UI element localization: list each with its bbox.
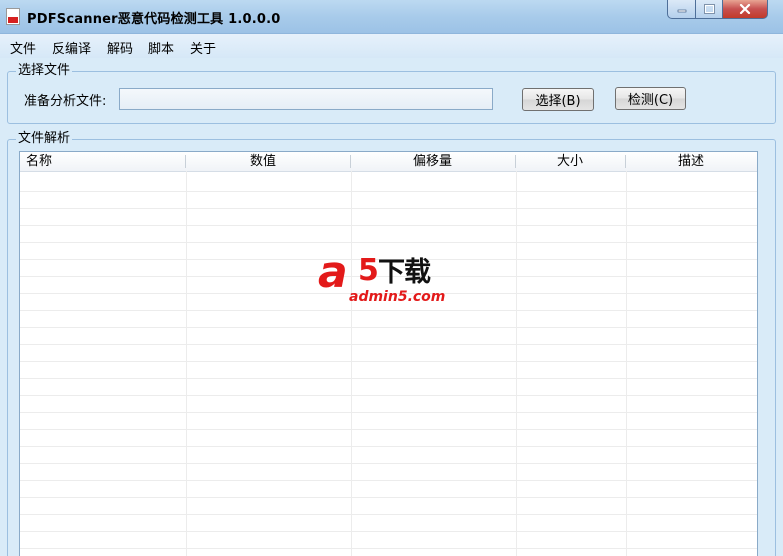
file-path-input[interactable] <box>119 88 493 110</box>
column-divider[interactable] <box>625 155 626 168</box>
file-path-label: 准备分析文件: <box>24 94 107 109</box>
grid-row-line <box>20 191 757 192</box>
grid-row-line <box>20 531 757 532</box>
grid-row-line <box>20 344 757 345</box>
admin5-watermark-logo: a 5 下载 admin5.com <box>318 251 468 311</box>
grid-column-line <box>516 171 517 556</box>
minimize-icon <box>677 9 686 13</box>
watermark-logo-5: 5 <box>358 253 379 288</box>
column-header-offset[interactable]: 偏移量 <box>413 154 452 170</box>
minimize-button[interactable] <box>667 0 696 19</box>
grid-row-line <box>20 514 757 515</box>
watermark-url: admin5.com <box>349 289 446 305</box>
grid-row-line <box>20 395 757 396</box>
watermark-logo-text: 下载 <box>378 257 431 288</box>
menu-file[interactable]: 文件 <box>10 38 36 57</box>
grid-row-line <box>20 208 757 209</box>
grid-row-line <box>20 412 757 413</box>
menu-decompile[interactable]: 反编译 <box>52 38 91 57</box>
grid-row-line <box>20 463 757 464</box>
grid-row-line <box>20 327 757 328</box>
grid-column-line <box>626 171 627 556</box>
column-divider[interactable] <box>515 155 516 168</box>
maximize-button[interactable] <box>695 0 723 19</box>
close-button[interactable] <box>722 0 768 19</box>
grid-row-line <box>20 548 757 549</box>
grid-row-line <box>20 480 757 481</box>
column-header-description[interactable]: 描述 <box>678 154 704 170</box>
column-header-size[interactable]: 大小 <box>557 154 583 170</box>
window-title: PDFScanner恶意代码检测工具 1.0.0.0 <box>27 12 281 27</box>
menu-bar: 文件 反编译 解码 脚本 关于 <box>0 34 783 58</box>
grid-row-line <box>20 225 757 226</box>
grid-row-line <box>20 429 757 430</box>
menu-script[interactable]: 脚本 <box>148 38 174 57</box>
grid-column-line <box>351 171 352 556</box>
grid-row-line <box>20 361 757 362</box>
file-parse-legend: 文件解析 <box>16 131 73 147</box>
watermark-logo-a: a <box>318 247 348 298</box>
parse-results-list[interactable]: 名称 数值 偏移量 大小 描述 <box>19 151 758 556</box>
select-button[interactable]: 选择(B) <box>522 88 594 111</box>
grid-row-line <box>20 378 757 379</box>
pdf-app-icon <box>6 8 20 25</box>
column-divider[interactable] <box>350 155 351 168</box>
grid-row-line <box>20 242 757 243</box>
title-bar[interactable]: PDFScanner恶意代码检测工具 1.0.0.0 <box>0 0 783 34</box>
grid-column-line <box>186 171 187 556</box>
detect-button[interactable]: 检测(C) <box>615 87 686 110</box>
grid-row-line <box>20 497 757 498</box>
grid-row-line <box>20 446 757 447</box>
close-icon <box>739 4 751 14</box>
menu-decode[interactable]: 解码 <box>107 38 133 57</box>
main-window: PDFScanner恶意代码检测工具 1.0.0.0 文件 反编译 解码 脚本 … <box>0 0 783 556</box>
column-divider[interactable] <box>185 155 186 168</box>
list-header: 名称 数值 偏移量 大小 描述 <box>20 152 757 172</box>
column-header-value[interactable]: 数值 <box>250 154 276 170</box>
column-header-name[interactable]: 名称 <box>26 154 52 170</box>
maximize-icon <box>703 4 715 14</box>
menu-about[interactable]: 关于 <box>190 38 216 57</box>
select-file-legend: 选择文件 <box>16 63 73 79</box>
